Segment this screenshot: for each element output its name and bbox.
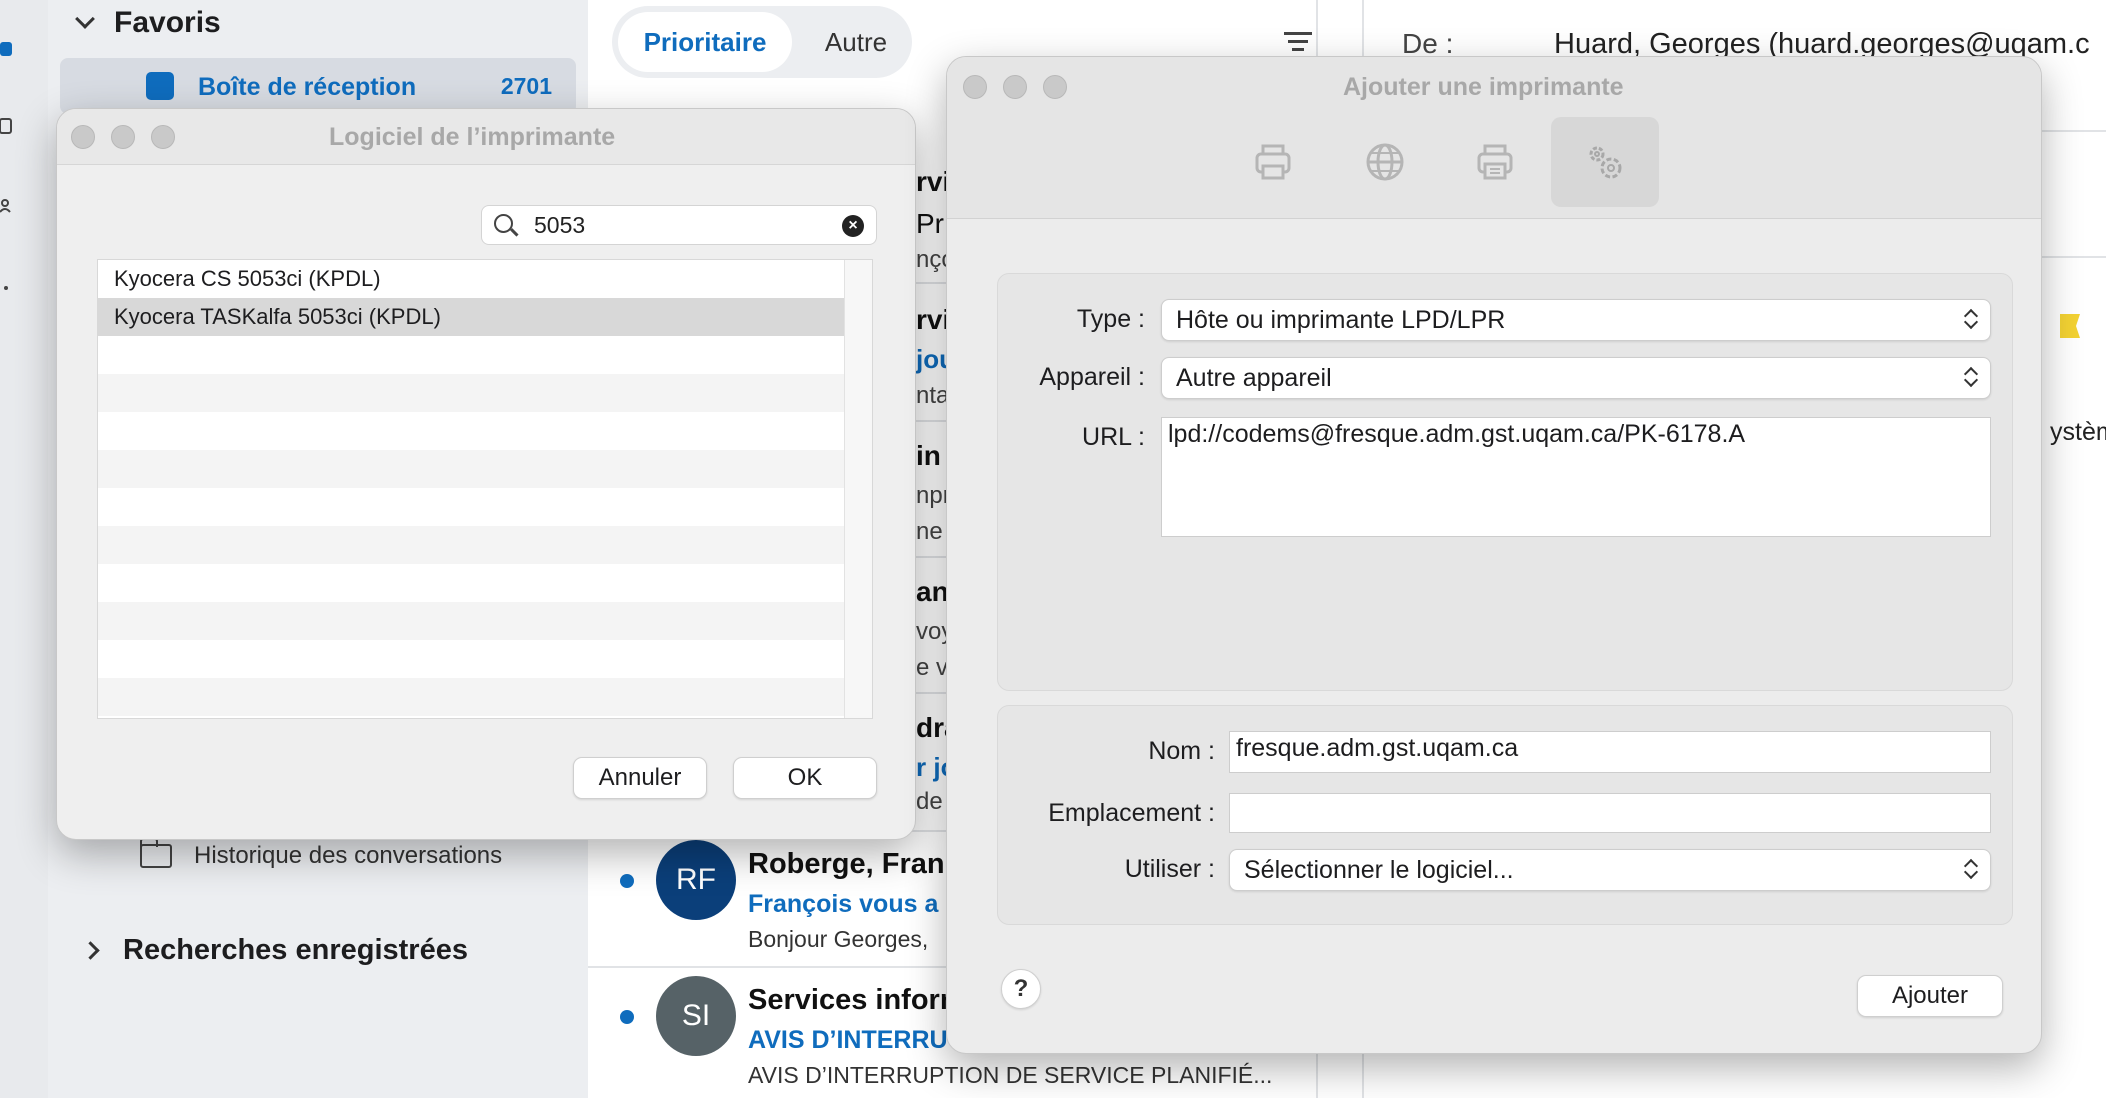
updown-chevron-icon — [1964, 859, 1978, 881]
toolbar-ip-printer[interactable] — [1331, 117, 1439, 207]
saved-searches-header[interactable]: Recherches enregistrées — [81, 934, 468, 967]
avatar: SI — [656, 976, 736, 1056]
list-empty-row — [98, 602, 846, 640]
inbox-tabs: Prioritaire Autre — [612, 6, 912, 78]
saved-searches-label: Recherches enregistrées — [123, 934, 468, 966]
message-fragment: de — [916, 788, 943, 815]
message-fragment: in — [916, 440, 941, 471]
type-value: Hôte ou imprimante LPD/LPR — [1176, 306, 1506, 334]
message-preview: Bonjour Georges, — [748, 926, 929, 952]
message-fragment: e v — [916, 654, 949, 681]
body-fragment: ystèm — [2050, 418, 2106, 446]
favorites-header[interactable]: Favoris — [75, 6, 221, 40]
name-label: Nom : — [1148, 737, 1215, 765]
inbox-label: Boîte de réception — [198, 73, 417, 101]
use-value: Sélectionner le logiciel... — [1244, 856, 1514, 884]
history-label: Historique des conversations — [194, 842, 503, 869]
toolbar-windows-printer[interactable] — [1441, 117, 1549, 207]
close-button[interactable] — [71, 125, 95, 149]
updown-chevron-icon — [1964, 309, 1978, 331]
message-sender[interactable]: Roberge, Fran — [748, 848, 945, 881]
location-field[interactable] — [1229, 793, 1991, 833]
ok-button[interactable]: OK — [733, 757, 877, 799]
list-empty-row — [98, 488, 846, 526]
folder-icon — [140, 838, 172, 868]
inbox-count: 2701 — [500, 73, 552, 99]
more-icon[interactable] — [0, 276, 16, 296]
zoom-button[interactable] — [151, 125, 175, 149]
help-button[interactable]: ? — [1001, 969, 1041, 1009]
url-field[interactable]: lpd://codems@fresque.adm.gst.uqam.ca/PK-… — [1161, 417, 1991, 537]
software-list[interactable]: Kyocera CS 5053ci (KPDL) Kyocera TASKalf… — [97, 259, 873, 719]
sidebar-item-history[interactable]: Historique des conversations — [140, 838, 503, 870]
device-value: Autre appareil — [1176, 364, 1332, 392]
message-fragment: ne — [916, 518, 943, 545]
filter-icon[interactable] — [1284, 32, 1312, 52]
updown-chevron-icon — [1964, 367, 1978, 389]
search-value: 5053 — [534, 212, 586, 238]
list-scrollbar[interactable] — [844, 260, 872, 718]
message-preview: AVIS D’INTERRUPTION DE SERVICE PLANIFIÉ.… — [748, 1062, 1273, 1088]
add-printer-window: Ajouter une imprimante Type : Hôte ou im… — [946, 56, 2042, 1054]
avatar: RF — [656, 840, 736, 920]
url-label: URL : — [1082, 423, 1145, 451]
type-select[interactable]: Hôte ou imprimante LPD/LPR — [1161, 299, 1991, 341]
toolbar-advanced[interactable] — [1551, 117, 1659, 207]
use-label: Utiliser : — [1124, 855, 1215, 883]
minimize-button[interactable] — [111, 125, 135, 149]
favorites-label: Favoris — [114, 6, 221, 39]
printer-software-dialog: Logiciel de l’imprimante 5053 × Kyocera … — [56, 108, 916, 840]
minimize-button[interactable] — [1003, 75, 1027, 99]
tab-priority[interactable]: Prioritaire — [618, 12, 792, 72]
chevron-right-icon — [81, 941, 100, 960]
list-empty-row — [98, 336, 846, 374]
tab-other[interactable]: Autre — [808, 12, 904, 72]
list-empty-row — [98, 450, 846, 488]
search-icon — [494, 214, 513, 233]
window-title: Ajouter une imprimante — [1343, 73, 1624, 101]
message-fragment: Pr — [916, 208, 944, 239]
clear-icon[interactable]: × — [842, 215, 864, 237]
name-field[interactable]: fresque.adm.gst.uqam.ca — [1229, 731, 1991, 773]
mail-icon[interactable] — [0, 38, 16, 58]
list-empty-row — [98, 564, 846, 602]
device-label: Appareil : — [1039, 363, 1145, 391]
dialog-title: Logiciel de l’imprimante — [329, 123, 616, 151]
printer-icon — [1255, 144, 1291, 180]
list-empty-row — [98, 412, 846, 450]
add-button[interactable]: Ajouter — [1857, 975, 2003, 1017]
inbox-icon — [146, 72, 174, 100]
location-label: Emplacement : — [1048, 799, 1215, 827]
type-label: Type : — [1076, 305, 1145, 333]
message-sender[interactable]: Services inforn — [748, 984, 958, 1017]
message-subject: AVIS D’INTERRU — [748, 1026, 948, 1054]
software-search-input[interactable]: 5053 × — [481, 205, 877, 245]
list-empty-row — [98, 374, 846, 412]
sidebar-item-inbox[interactable]: Boîte de réception 2701 — [60, 58, 576, 114]
software-select[interactable]: Sélectionner le logiciel... — [1229, 849, 1991, 891]
toolbar-default-printer[interactable] — [1219, 117, 1327, 207]
unread-indicator — [620, 1010, 634, 1024]
globe-icon — [1366, 143, 1404, 181]
zoom-button[interactable] — [1043, 75, 1067, 99]
app-rail — [0, 0, 48, 1098]
list-empty-row — [98, 640, 846, 678]
calendar-icon[interactable] — [0, 116, 16, 136]
chevron-down-icon — [75, 9, 95, 29]
windows-printer-icon — [1477, 144, 1513, 180]
device-select[interactable]: Autre appareil — [1161, 357, 1991, 399]
list-item-selected[interactable]: Kyocera TASKalfa 5053ci (KPDL) — [98, 298, 846, 336]
list-empty-row — [98, 678, 846, 716]
people-icon[interactable] — [0, 196, 16, 216]
list-item[interactable]: Kyocera CS 5053ci (KPDL) — [98, 260, 846, 298]
unread-indicator — [620, 874, 634, 888]
list-empty-row — [98, 526, 846, 564]
message-subject: François vous a — [748, 890, 939, 918]
cancel-button[interactable]: Annuler — [573, 757, 707, 799]
close-button[interactable] — [963, 75, 987, 99]
gears-icon — [1589, 146, 1622, 179]
